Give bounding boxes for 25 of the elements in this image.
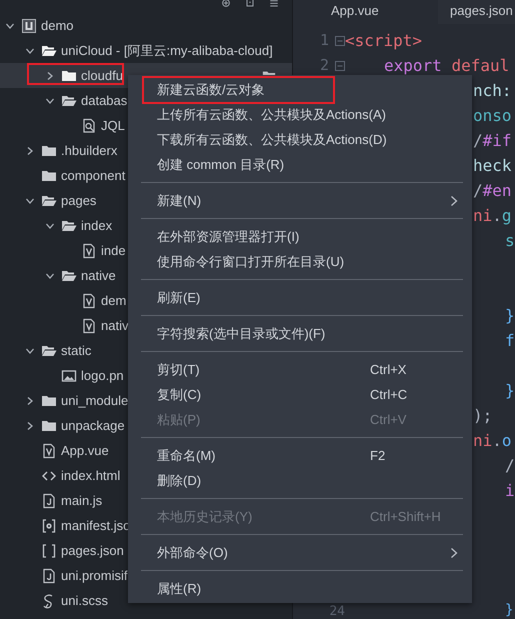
code-line: ni.o — [473, 430, 512, 452]
code-line: <script> — [345, 30, 422, 52]
shortcut-text: Ctrl+Shift+H — [370, 509, 441, 524]
code-line: f — [505, 330, 515, 352]
shortcut-text: F2 — [370, 448, 386, 463]
shortcut-text: Ctrl+X — [370, 362, 406, 377]
code-line: heck — [473, 155, 512, 177]
line-number: 24 — [329, 604, 345, 618]
code-line: ); — [473, 405, 492, 427]
line-number: 2 — [320, 55, 329, 76]
code-line: } — [505, 603, 514, 619]
code-line: /#en — [473, 180, 512, 202]
code-line: } — [505, 380, 515, 402]
line-number: 1 — [320, 30, 329, 51]
code-line: i — [505, 480, 515, 502]
shortcut-text: Ctrl+C — [370, 387, 408, 402]
code-line: nch: — [473, 80, 512, 102]
code-line: onso — [473, 105, 512, 127]
shortcut-text: Ctrl+V — [370, 412, 406, 427]
code-line: } — [505, 305, 515, 327]
code-line: /#if — [473, 130, 512, 152]
code-line: s — [505, 230, 515, 252]
code-line: export defaul — [384, 55, 510, 77]
code-line: / — [505, 455, 515, 477]
code-line: ni.g — [473, 205, 512, 227]
